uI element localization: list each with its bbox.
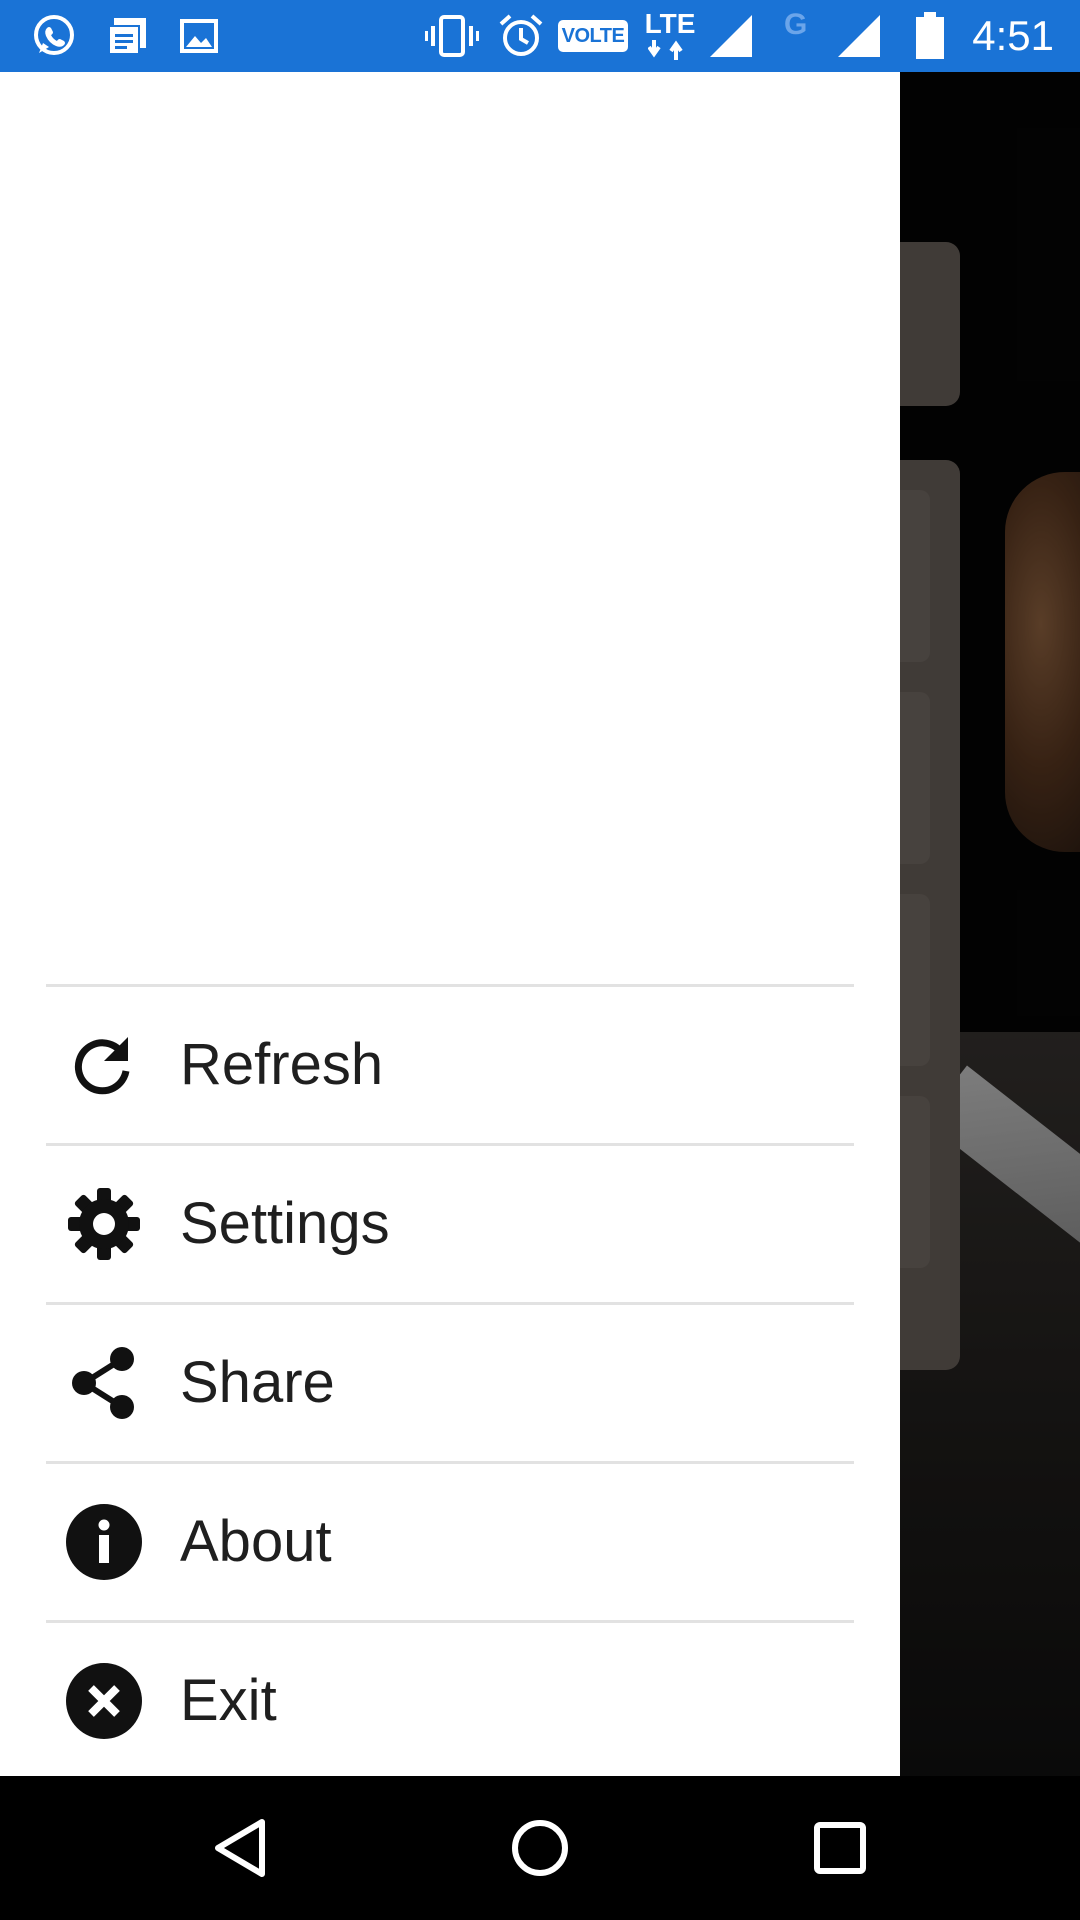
home-icon[interactable] [504,1812,576,1884]
menu-item-about[interactable]: About [46,1464,854,1620]
menu-item-label: Exit [180,1668,277,1733]
drawer-menu: Refresh Settings Share About Exit [46,984,854,1779]
alarm-icon [496,12,546,60]
battery-icon [910,12,950,60]
menu-item-exit[interactable]: Exit [46,1623,854,1779]
menu-item-label: Refresh [180,1032,384,1097]
menu-item-refresh[interactable]: Refresh [46,987,854,1143]
signal-icon [706,12,756,60]
g-icon: G [784,8,808,41]
refresh-icon [66,1027,142,1103]
phone-screen: VOLTE LTE G 4:51 Refresh Settings Share … [0,0,1080,1920]
recents-icon[interactable] [804,1812,876,1884]
vibrate-icon [424,12,480,60]
menu-item-share[interactable]: Share [46,1305,854,1461]
menu-item-label: Share [180,1350,335,1415]
navigation-drawer: Refresh Settings Share About Exit [0,72,900,1776]
status-bar: VOLTE LTE G 4:51 [0,0,1080,72]
back-icon[interactable] [204,1812,276,1884]
message-icon [104,12,150,60]
close-circle-icon [66,1663,142,1739]
lte-icon: LTE [642,10,698,62]
volte-badge: VOLTE [558,20,628,52]
menu-item-settings[interactable]: Settings [46,1146,854,1302]
gear-icon [66,1186,142,1262]
info-icon [66,1504,142,1580]
menu-item-label: Settings [180,1191,390,1256]
menu-item-label: About [180,1509,332,1574]
lte-label: LTE [644,8,696,39]
whatsapp-icon [28,12,80,60]
signal-icon-2 [834,12,884,60]
image-icon [176,12,222,60]
share-icon [66,1345,142,1421]
clock-time: 4:51 [972,12,1054,59]
system-navigation-bar [0,1776,1080,1920]
